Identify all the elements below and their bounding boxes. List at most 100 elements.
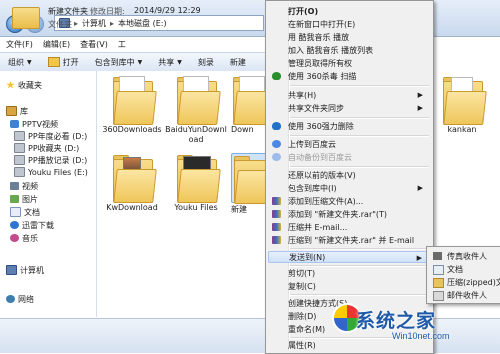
watermark-brand: 系统之家 [356, 310, 437, 332]
drive-icon [14, 155, 25, 165]
winrar-icon [272, 197, 281, 205]
chevron-down-icon: ▼ [27, 58, 32, 66]
menu-item-open[interactable]: 打开(O) [268, 5, 429, 17]
nav-pptv[interactable]: PPTV视频 [10, 118, 58, 130]
documents-icon [433, 265, 444, 275]
breadcrumb-separator: ▸ [74, 18, 79, 28]
folder-icon [231, 153, 265, 204]
nav-library[interactable]: 库 [6, 105, 28, 117]
status-file-type: 文件夹 [48, 20, 72, 29]
menu-item-add-to-rar[interactable]: 添加到 "新建文件夹.rar"(T) [268, 208, 429, 220]
folder-icon [111, 75, 157, 125]
nav-music[interactable]: 音乐 [10, 232, 38, 244]
toolbar: 组织 ▼ 打开 包含到库中 ▼ 共享 ▼ 刻录 新建 [0, 52, 270, 72]
library-icon [6, 106, 17, 116]
breadcrumb-separator: ▸ [110, 18, 115, 28]
chevron-down-icon: ▼ [177, 58, 182, 66]
nav-favorites[interactable]: 收藏夹 [6, 79, 42, 91]
menu-item-open-new-window[interactable]: 在新窗口中打开(E) [268, 18, 429, 30]
menu-item-include-library[interactable]: 包含到库中(I) ▶ [268, 182, 429, 194]
nav-pptv-item[interactable]: PP收藏夹 (D:) [14, 142, 79, 154]
breadcrumb-computer[interactable]: 计算机 [82, 18, 106, 29]
folder-icon [12, 4, 40, 29]
menu-item-compress-rar-email[interactable]: 压缩到 "新建文件夹.rar" 并 E-mail [268, 234, 429, 246]
nav-computer[interactable]: 计算机 [6, 264, 44, 276]
menu-separator [290, 248, 429, 250]
nav-pptv-item[interactable]: PP播放记录 (D:) [14, 154, 87, 166]
shield-icon [272, 72, 281, 80]
music-icon [10, 234, 19, 242]
zip-folder-icon [433, 278, 444, 288]
menu-edit[interactable]: 编辑(E) [43, 39, 70, 50]
file-name: kankan [447, 125, 477, 134]
nav-video[interactable]: 视频 [10, 180, 38, 192]
menu-item-360-force-delete[interactable]: 使用 360强力删除 [268, 120, 429, 132]
menu-item-kuwo-playlist[interactable]: 加入 酷我音乐 播放列表 [268, 44, 429, 56]
menu-item-send-to[interactable]: 发送到(N) ▶ [268, 251, 429, 263]
file-item[interactable]: Down [231, 75, 265, 135]
menu-item-copy[interactable]: 复制(C) [268, 280, 429, 292]
file-name: BaiduYunDownload [165, 125, 227, 144]
file-item[interactable]: kankan [431, 75, 493, 135]
menu-item-share[interactable]: 共享(H) ▶ [268, 89, 429, 101]
menu-item-compress-email[interactable]: 压缩并 E-mail... [268, 221, 429, 233]
open-button[interactable]: 打开 [40, 57, 87, 68]
sendto-fax[interactable]: 传真收件人 [429, 250, 499, 262]
pptv-icon [10, 120, 19, 128]
drive-icon [14, 167, 25, 177]
burn-button[interactable]: 刻录 [190, 57, 222, 68]
chevron-right-icon: ▶ [417, 184, 423, 192]
menu-file[interactable]: 文件(F) [6, 39, 33, 50]
include-in-library-button[interactable]: 包含到库中 ▼ [87, 57, 151, 68]
folder-icon [111, 153, 157, 203]
file-item[interactable]: 360Downloads [101, 75, 163, 135]
menu-separator [290, 117, 429, 119]
drive-icon [14, 143, 25, 153]
menu-item-360-scan[interactable]: 使用 360杀毒 扫描 [268, 70, 429, 82]
sendto-mail[interactable]: 邮件收件人 [429, 289, 499, 301]
file-item[interactable]: BaiduYunDownload [165, 75, 227, 145]
file-item[interactable]: Youku Files [165, 153, 227, 213]
nav-documents[interactable]: 文档 [10, 206, 40, 218]
file-name: 新建 [231, 205, 247, 214]
folder-icon [47, 57, 60, 67]
context-menu: 打开(O) 在新窗口中打开(E) 用 酷我音乐 播放 加入 酷我音乐 播放列表 … [265, 0, 434, 354]
nav-pptv-item[interactable]: PP年度必看 (D:) [14, 130, 87, 142]
file-item[interactable]: KwDownload [101, 153, 163, 213]
thunder-icon [10, 221, 19, 229]
breadcrumb-drive-e[interactable]: 本地磁盘 (E:) [118, 18, 167, 29]
organize-button[interactable]: 组织 ▼ [0, 57, 40, 68]
menu-separator [290, 166, 429, 168]
menu-item-upload-baidu[interactable]: 上传到百度云 [268, 138, 429, 150]
sendto-documents[interactable]: 文档 [429, 263, 499, 275]
fax-icon [433, 252, 442, 260]
share-button[interactable]: 共享 ▼ [150, 57, 190, 68]
nav-network[interactable]: 网络 [6, 293, 34, 305]
menu-item-share-sync[interactable]: 共享文件夹同步 ▶ [268, 102, 429, 114]
menu-item-take-ownership[interactable]: 管理员取得所有权 [268, 57, 429, 69]
address-bar[interactable]: ▸ 计算机 ▸ 本地磁盘 (E:) [54, 15, 264, 31]
navigation-pane: 收藏夹 库 PPTV视频 PP年度必看 (D:) PP收藏夹 (D:) PP播放… [0, 71, 97, 317]
menu-item-add-archive[interactable]: 添加到压缩文件(A)... [268, 195, 429, 207]
shield-icon [272, 122, 281, 130]
documents-icon [10, 207, 21, 217]
menu-view[interactable]: 查看(V) [80, 39, 108, 50]
sendto-zip[interactable]: 压缩(zipped)文件 [429, 276, 500, 288]
menu-tools[interactable]: 工 [118, 39, 126, 50]
winrar-icon [272, 223, 281, 231]
status-file-name: 新建文件夹 [48, 7, 88, 16]
nav-pictures[interactable]: 图片 [10, 193, 38, 205]
send-to-submenu: 传真收件人 文档 压缩(zipped)文件 邮件收件人 [426, 246, 500, 304]
baidu-cloud-icon [272, 153, 281, 161]
file-item-selected[interactable]: 新建 [231, 153, 265, 215]
menu-item-cut[interactable]: 剪切(T) [268, 267, 429, 279]
video-icon [10, 182, 19, 190]
baidu-cloud-icon [272, 140, 281, 148]
nav-pptv-item[interactable]: Youku Files (E:) [14, 166, 88, 178]
folder-icon [231, 75, 265, 125]
menu-separator [290, 135, 429, 137]
menu-item-kuwo-play[interactable]: 用 酷我音乐 播放 [268, 31, 429, 43]
menu-item-restore-versions[interactable]: 还原以前的版本(V) [268, 169, 429, 181]
nav-thunder[interactable]: 迅雷下载 [10, 219, 54, 231]
new-folder-button[interactable]: 新建 [222, 57, 254, 68]
